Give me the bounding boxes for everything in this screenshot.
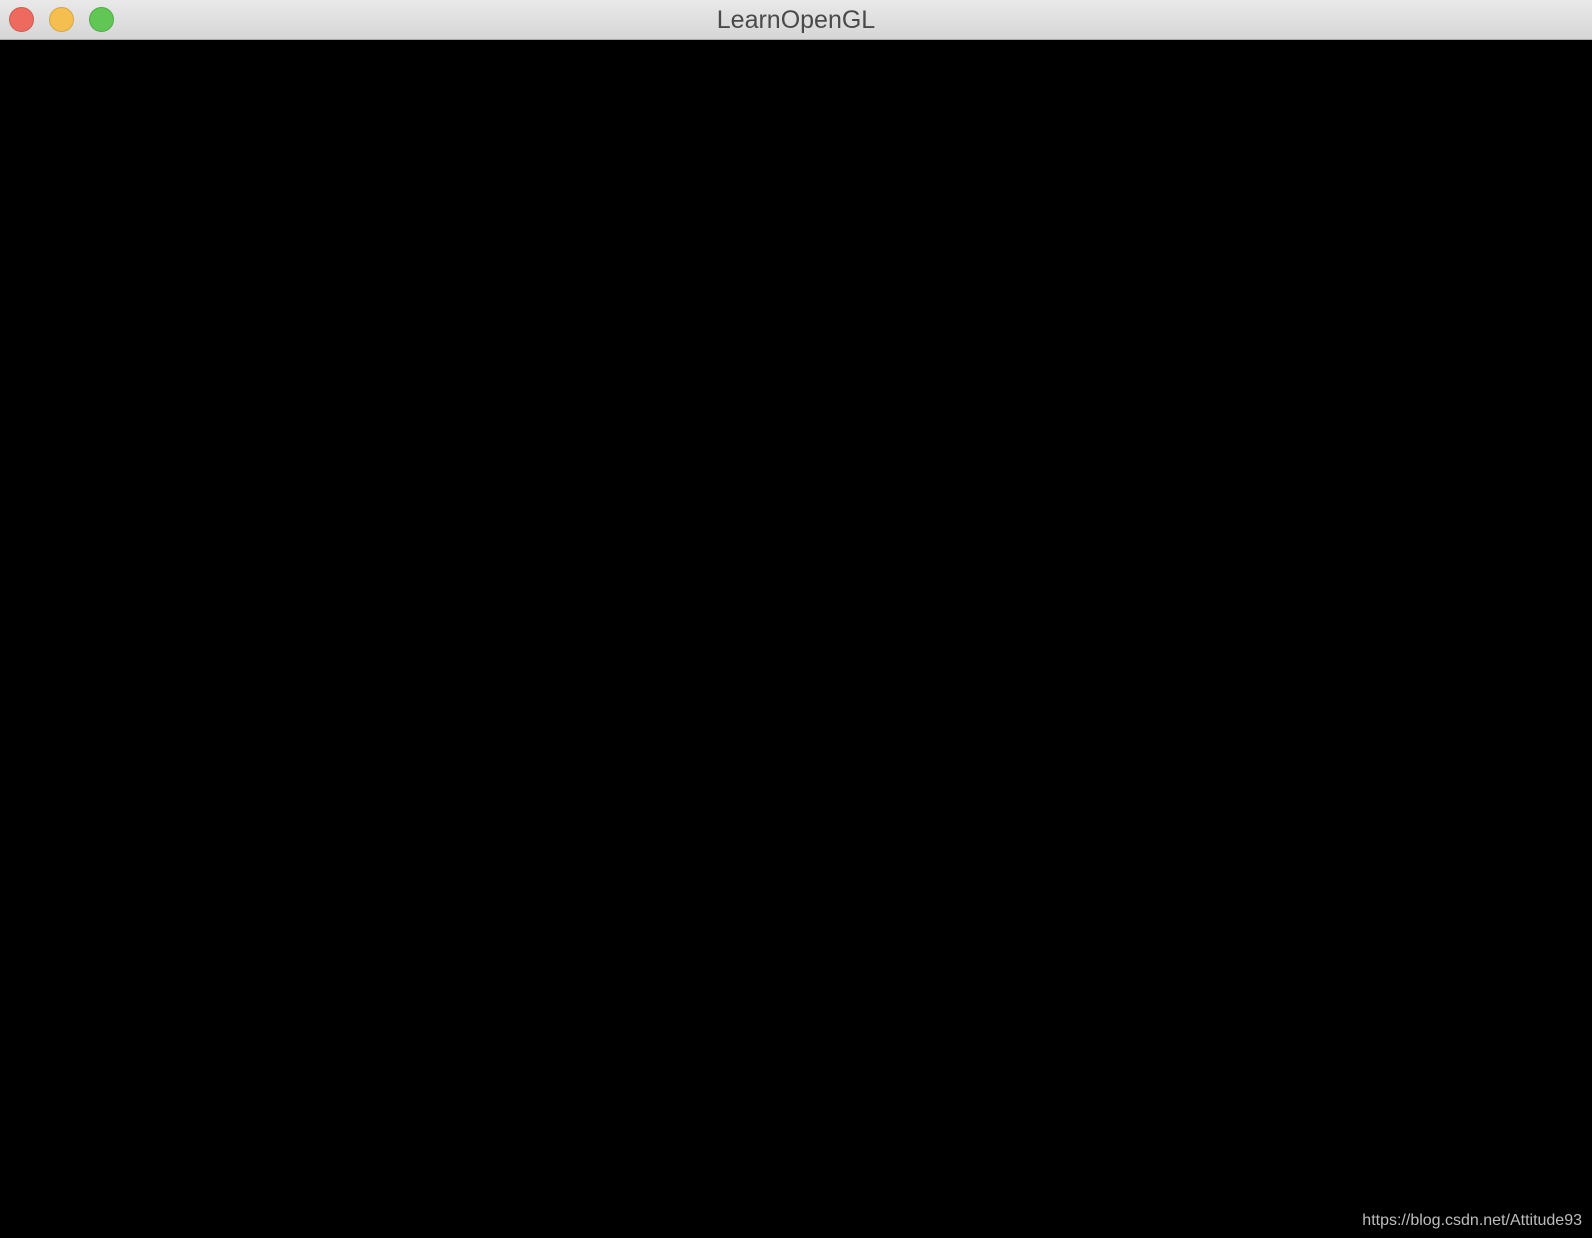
minimize-button[interactable] bbox=[49, 7, 74, 32]
app-window: LearnOpenGL https://blog.csdn.net/Attitu… bbox=[0, 0, 1592, 1238]
title-bar[interactable]: LearnOpenGL bbox=[0, 0, 1592, 40]
close-button[interactable] bbox=[9, 7, 34, 32]
window-title: LearnOpenGL bbox=[716, 6, 876, 34]
watermark-url: https://blog.csdn.net/Attitude93 bbox=[1362, 1212, 1582, 1229]
opengl-render-viewport[interactable]: https://blog.csdn.net/Attitude93 bbox=[0, 40, 1592, 1238]
zoom-button[interactable] bbox=[89, 7, 114, 32]
